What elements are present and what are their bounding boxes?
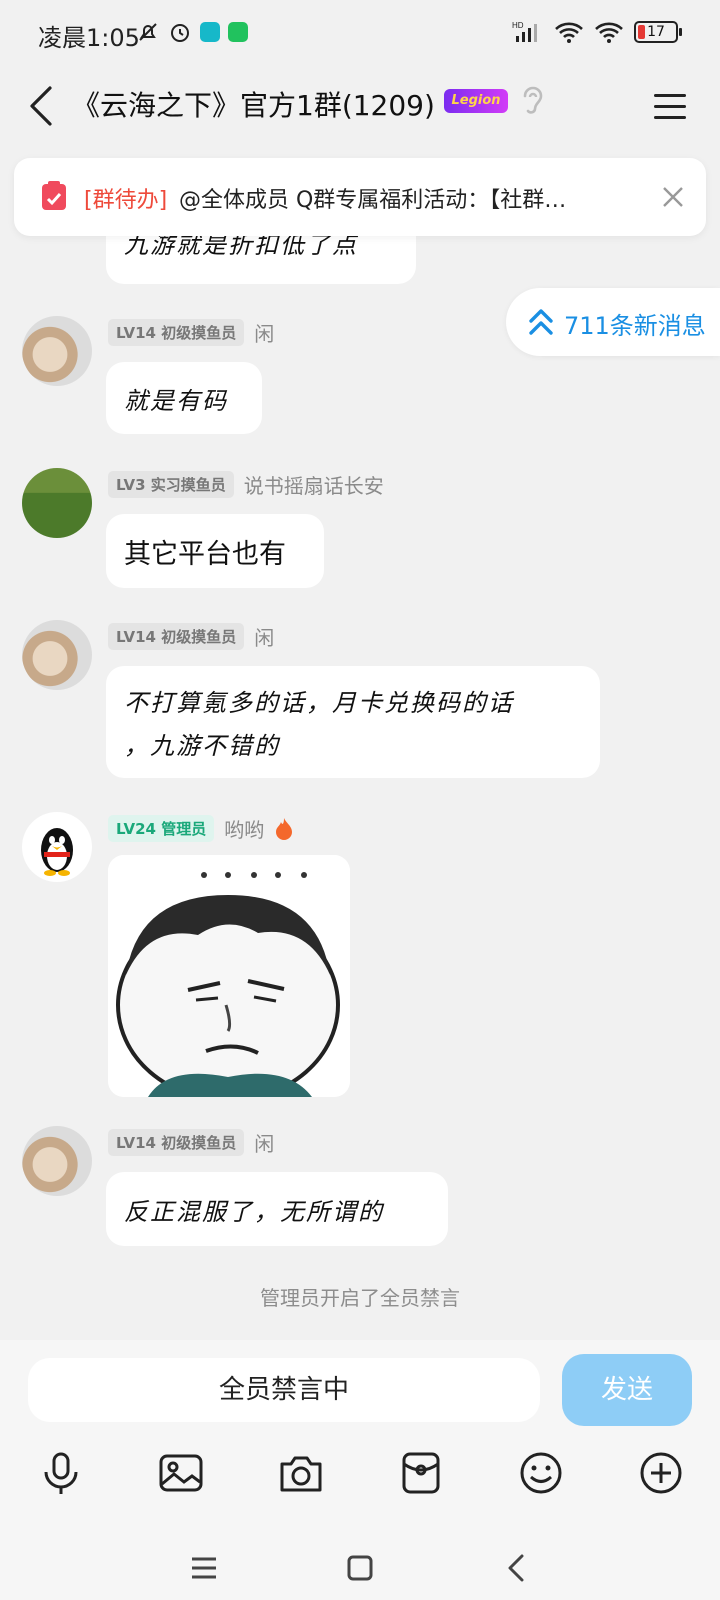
level-badge: LV3 实习摸鱼员	[108, 471, 234, 498]
qq-penguin-icon	[41, 828, 73, 876]
level-badge: LV14 初级摸鱼员	[108, 1129, 245, 1156]
back-nav-icon[interactable]	[498, 1550, 534, 1586]
todo-tag: [群待办]	[84, 188, 168, 213]
microphone-icon[interactable]	[36, 1448, 86, 1498]
send-button[interactable]: 发送	[562, 1354, 692, 1426]
avatar[interactable]	[22, 812, 92, 882]
sender-info: LV14 初级摸鱼员 闲	[108, 318, 274, 347]
message-bubble[interactable]: 不打算氪多的话，月卡兑换码的话 ，九游不错的	[106, 666, 600, 778]
message-text: 就是有码	[124, 386, 228, 415]
sender-info: LV14 初级摸鱼员 闲	[108, 1128, 274, 1157]
sticker-image[interactable]	[108, 855, 350, 1097]
camera-icon[interactable]	[276, 1448, 326, 1498]
avatar[interactable]	[22, 468, 92, 538]
group-todo-banner[interactable]: [群待办] @全体成员 Q群专属福利活动：【社群…	[14, 158, 706, 236]
system-message: 管理员开启了全员禁言	[260, 1286, 460, 1310]
level-badge: LV24 管理员	[108, 815, 215, 842]
todo-text: @全体成员 Q群专属福利活动：【社群…	[179, 188, 567, 213]
sender-nickname[interactable]: 闲	[254, 318, 274, 347]
plus-circle-icon[interactable]	[636, 1448, 686, 1498]
message-text: 其它平台也有	[124, 538, 286, 570]
home-icon[interactable]	[342, 1550, 378, 1586]
level-badge: LV14 初级摸鱼员	[108, 623, 245, 650]
message-bubble[interactable]: 其它平台也有	[106, 514, 324, 588]
sender-nickname[interactable]: 闲	[254, 1128, 274, 1157]
message-bubble[interactable]: 就是有码	[106, 362, 262, 434]
sender-nickname[interactable]: 闲	[254, 622, 274, 651]
new-messages-count: 711条新消息	[564, 312, 706, 340]
meme-face-sticker	[108, 855, 350, 1097]
message-bubble[interactable]: 反正混服了，无所谓的	[106, 1172, 448, 1246]
message-text-line1: 不打算氪多的话，月卡兑换码的话	[124, 689, 514, 717]
flame-icon	[276, 817, 293, 840]
system-nav-bar	[0, 1530, 720, 1600]
message-text: 反正混服了，无所谓的	[124, 1197, 384, 1226]
new-messages-button[interactable]: 711条新消息	[506, 288, 720, 356]
sender-info: LV24 管理员 哟哟	[108, 814, 294, 843]
sender-nickname[interactable]: 哟哟	[224, 814, 264, 843]
sender-info: LV3 实习摸鱼员 说书摇扇话长安	[108, 470, 384, 499]
level-badge: LV14 初级摸鱼员	[108, 319, 245, 346]
emoji-icon[interactable]	[516, 1448, 566, 1498]
sender-info: LV14 初级摸鱼员 闲	[108, 622, 274, 651]
muted-input-field[interactable]: 全员禁言中	[28, 1358, 540, 1422]
sender-nickname[interactable]: 说书摇扇话长安	[244, 470, 384, 499]
close-icon[interactable]	[658, 182, 688, 212]
avatar[interactable]	[22, 620, 92, 690]
double-chevron-up-icon	[529, 309, 553, 335]
image-icon[interactable]	[156, 1448, 206, 1498]
avatar[interactable]	[22, 1126, 92, 1196]
todo-clipboard-icon	[42, 181, 66, 210]
message-text-line2: ，九游不错的	[124, 732, 280, 760]
red-packet-icon[interactable]	[396, 1448, 446, 1498]
recent-apps-icon[interactable]	[186, 1550, 222, 1586]
input-area: 全员禁言中 发送	[0, 1340, 720, 1530]
avatar[interactable]	[22, 316, 92, 386]
